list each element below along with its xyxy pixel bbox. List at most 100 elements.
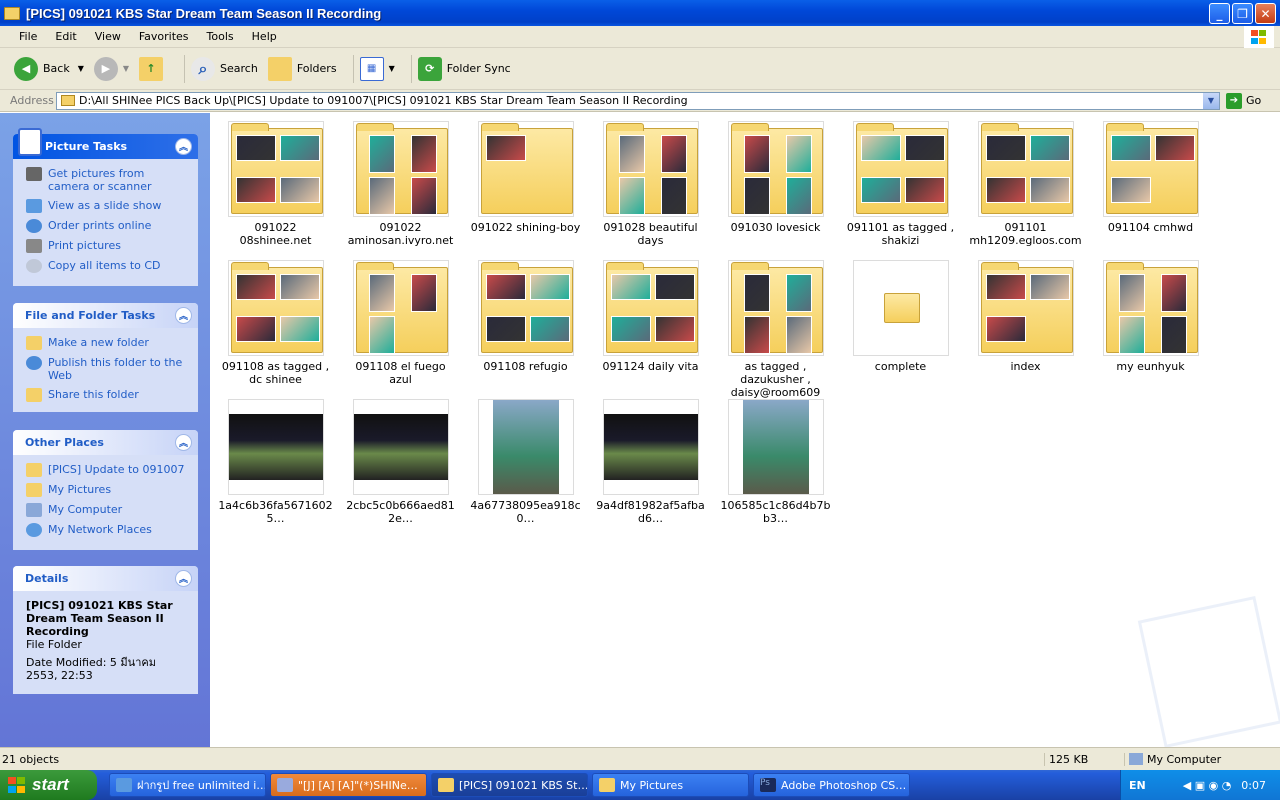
get-pictures-link[interactable]: Get pictures from camera or scanner xyxy=(26,167,188,193)
folder-item[interactable]: 091124 daily vita xyxy=(593,260,708,373)
folder-item[interactable]: 091108 as tagged , dc shinee xyxy=(218,260,333,386)
chevron-down-icon[interactable]: ▼ xyxy=(78,64,84,73)
file-folder-tasks-title: File and Folder Tasks xyxy=(25,309,156,322)
folder-item[interactable]: index xyxy=(968,260,1083,373)
photo-preview xyxy=(485,274,526,300)
windows-flag-icon xyxy=(8,777,26,793)
place-my-pictures[interactable]: My Pictures xyxy=(26,483,188,497)
task-button-browser[interactable]: ฝากรูป free unlimited i… xyxy=(109,773,266,797)
maximize-button[interactable]: ❐ xyxy=(1232,3,1253,24)
details-header[interactable]: Details ︽ xyxy=(13,566,198,591)
image-item[interactable]: 4a67738095ea918c0… xyxy=(468,399,583,525)
picture-tasks-title: Picture Tasks xyxy=(45,140,128,153)
tray-icons[interactable]: ◀ ▣ ◉ ◔ xyxy=(1183,779,1232,792)
place-my-network[interactable]: My Network Places xyxy=(26,523,188,537)
item-label: 091101 mh1209.egloos.com xyxy=(969,221,1082,247)
taskbar: start ฝากรูป free unlimited i… "[J] [A] … xyxy=(0,770,1280,800)
address-dropdown-button[interactable]: ▼ xyxy=(1203,92,1219,109)
search-label: Search xyxy=(220,62,258,75)
minimize-button[interactable]: _ xyxy=(1209,3,1230,24)
folder-icon xyxy=(480,262,573,353)
task-button-photoshop[interactable]: Ps Adobe Photoshop CS… xyxy=(753,773,910,797)
go-button[interactable]: ➔ Go xyxy=(1226,92,1261,109)
chevron-down-icon[interactable]: ▼ xyxy=(123,64,129,73)
close-button[interactable]: ✕ xyxy=(1255,3,1276,24)
image-item[interactable]: 9a4df81982af5afbad6… xyxy=(593,399,708,525)
photo-preview xyxy=(368,316,395,354)
photo-preview xyxy=(529,316,570,342)
folder-thumbnail xyxy=(477,260,574,356)
folder-item[interactable]: my eunhyuk xyxy=(1093,260,1208,373)
collapse-icon[interactable]: ︽ xyxy=(175,138,192,155)
folders-button[interactable]: Folders xyxy=(267,56,337,81)
picture-tasks-icon xyxy=(18,128,42,156)
photo-preview xyxy=(1029,135,1070,161)
photo-preview xyxy=(1154,135,1195,161)
menu-tools[interactable]: Tools xyxy=(198,30,243,43)
menu-help[interactable]: Help xyxy=(243,30,286,43)
task-button-shinee[interactable]: "[J] [A] [A]"(*)SHINe… xyxy=(270,773,427,797)
folder-item[interactable]: 091101 mh1209.egloos.com xyxy=(968,121,1083,247)
my-pictures-icon xyxy=(26,483,42,497)
slideshow-link[interactable]: View as a slide show xyxy=(26,199,188,213)
order-prints-link[interactable]: Order prints online xyxy=(26,219,188,233)
details-modified: Date Modified: 5 มีนาคม 2553, 22:53 xyxy=(26,656,156,682)
search-button[interactable]: ⌕ Search xyxy=(191,56,258,81)
folder-icon xyxy=(980,262,1073,353)
title-bar[interactable]: [PICS] 091021 KBS Star Dream Team Season… xyxy=(0,0,1280,26)
menu-favorites[interactable]: Favorites xyxy=(130,30,198,43)
task-button-my-pictures[interactable]: My Pictures xyxy=(592,773,749,797)
print-pictures-link[interactable]: Print pictures xyxy=(26,239,188,253)
photo-preview xyxy=(1118,316,1145,354)
file-folder-tasks-header[interactable]: File and Folder Tasks ︽ xyxy=(13,303,198,328)
back-arrow-icon: ◀ xyxy=(14,56,38,81)
go-arrow-icon: ➔ xyxy=(1226,92,1242,109)
views-button[interactable]: ▦ ▼ xyxy=(359,56,395,81)
forward-button[interactable]: ▶ ▼ xyxy=(93,56,129,81)
folder-item[interactable]: 091108 el fuego azul xyxy=(343,260,458,386)
photo-preview xyxy=(235,274,276,300)
menu-edit[interactable]: Edit xyxy=(46,30,85,43)
place-update-folder[interactable]: [PICS] Update to 091007 xyxy=(26,463,188,477)
photo-preview xyxy=(654,316,695,342)
image-item[interactable]: 1a4c6b36fa56716025… xyxy=(218,399,333,525)
photo-preview xyxy=(904,135,945,161)
language-indicator[interactable]: EN xyxy=(1121,779,1146,792)
folder-item[interactable]: as tagged , dazukusher , daisy@room609 xyxy=(718,260,833,399)
folder-item[interactable]: 091022 aminosan.ivyro.net xyxy=(343,121,458,247)
folder-item[interactable]: 091030 lovesick xyxy=(718,121,833,234)
photo-preview xyxy=(860,135,901,161)
up-folder-button[interactable]: ↑ xyxy=(139,56,168,81)
make-new-folder-link[interactable]: Make a new folder xyxy=(26,336,188,350)
collapse-icon[interactable]: ︽ xyxy=(175,570,192,587)
folder-item[interactable]: 091104 cmhwd xyxy=(1093,121,1208,234)
folder-item[interactable]: 091022 08shinee.net xyxy=(218,121,333,247)
menu-file[interactable]: File xyxy=(10,30,46,43)
windows-logo-icon xyxy=(1244,26,1274,48)
folder-item[interactable]: 091022 shining-boy xyxy=(468,121,583,234)
folder-icon xyxy=(855,123,948,214)
back-button[interactable]: ◀ Back ▼ xyxy=(14,56,84,81)
copy-to-cd-link[interactable]: Copy all items to CD xyxy=(26,259,188,273)
place-my-computer[interactable]: My Computer xyxy=(26,503,188,517)
start-button[interactable]: start xyxy=(0,770,97,800)
address-field[interactable]: D:\All SHINee PICS Back Up\[PICS] Update… xyxy=(56,91,1220,110)
folder-item[interactable]: complete xyxy=(843,260,958,373)
folder-item[interactable]: 091028 beautiful days xyxy=(593,121,708,247)
folder-item[interactable]: 091108 refugio xyxy=(468,260,583,373)
collapse-icon[interactable]: ︽ xyxy=(175,434,192,451)
folder-item[interactable]: 091101 as tagged , shakizi xyxy=(843,121,958,247)
picture-tasks-header[interactable]: Picture Tasks ︽ xyxy=(13,128,198,159)
publish-folder-link[interactable]: Publish this folder to the Web xyxy=(26,356,188,382)
share-folder-link[interactable]: Share this folder xyxy=(26,388,188,402)
other-places-header[interactable]: Other Places ︽ xyxy=(13,430,198,455)
menu-view[interactable]: View xyxy=(86,30,130,43)
collapse-icon[interactable]: ︽ xyxy=(175,307,192,324)
photo-preview xyxy=(368,135,395,173)
menu-bar: File Edit View Favorites Tools Help xyxy=(0,26,1280,48)
image-item[interactable]: 106585c1c86d4b7bb3… xyxy=(718,399,833,525)
image-item[interactable]: 2cbc5c0b666aed812e… xyxy=(343,399,458,525)
folder-sync-button[interactable]: ⟳ Folder Sync xyxy=(417,56,511,81)
chevron-down-icon[interactable]: ▼ xyxy=(389,64,395,73)
task-button-explorer[interactable]: [PICS] 091021 KBS St… xyxy=(431,773,588,797)
